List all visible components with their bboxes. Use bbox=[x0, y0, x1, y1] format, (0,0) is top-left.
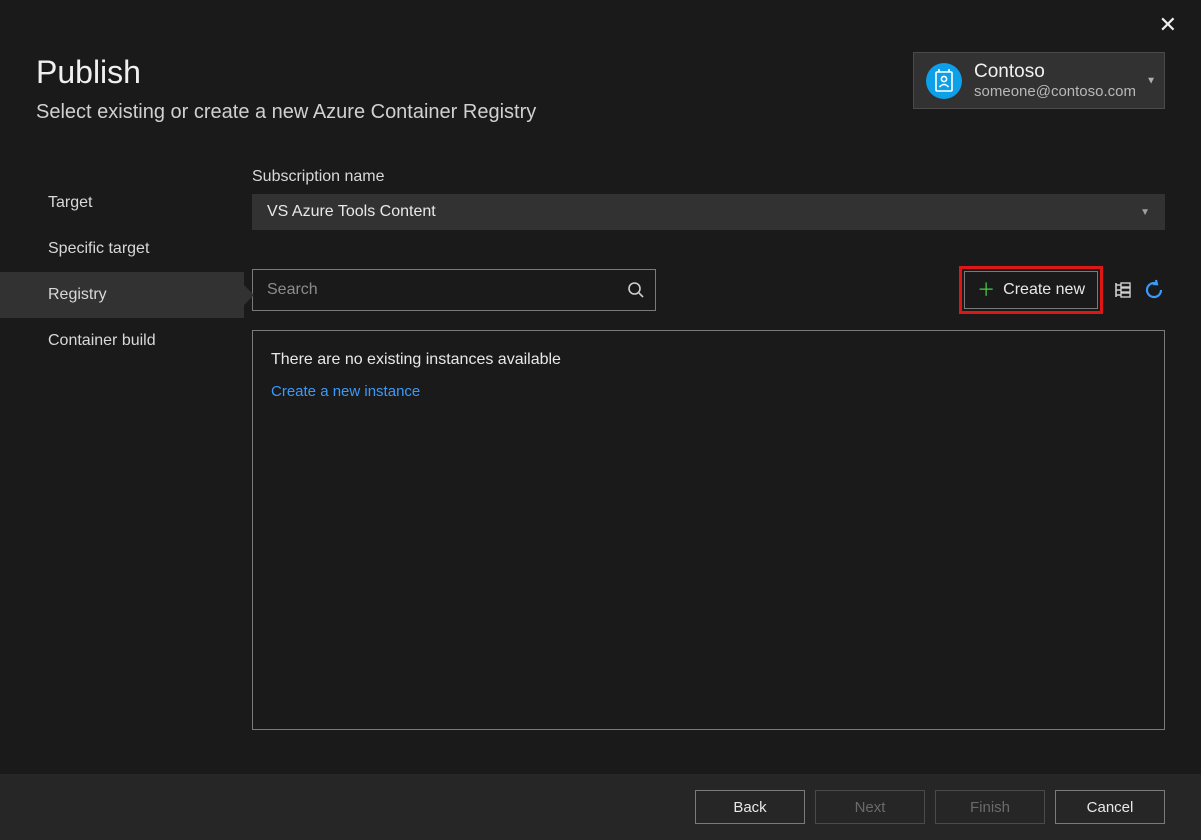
wizard-sidebar: Target Specific target Registry Containe… bbox=[0, 168, 244, 730]
sidebar-item-container-build[interactable]: Container build bbox=[0, 318, 244, 364]
create-new-button[interactable]: ＋ Create new bbox=[964, 271, 1098, 309]
create-new-label: Create new bbox=[1003, 281, 1085, 299]
plus-icon: ＋ bbox=[977, 281, 995, 299]
chevron-down-icon: ▼ bbox=[1146, 75, 1156, 86]
publish-dialog: ✕ Publish Select existing or create a ne… bbox=[0, 0, 1201, 840]
subscription-dropdown[interactable]: VS Azure Tools Content ▼ bbox=[252, 194, 1165, 230]
subscription-label: Subscription name bbox=[252, 168, 1165, 186]
sidebar-item-target[interactable]: Target bbox=[0, 180, 244, 226]
main-panel: Subscription name VS Azure Tools Content… bbox=[244, 168, 1165, 730]
account-email: someone@contoso.com bbox=[974, 83, 1136, 100]
subscription-value: VS Azure Tools Content bbox=[267, 203, 436, 221]
account-text: Contoso someone@contoso.com bbox=[974, 61, 1136, 100]
account-name: Contoso bbox=[974, 61, 1136, 83]
search-box[interactable] bbox=[252, 269, 656, 311]
back-button[interactable]: Back bbox=[695, 790, 805, 824]
dialog-footer: Back Next Finish Cancel bbox=[0, 774, 1201, 840]
dialog-header: Publish Select existing or create a new … bbox=[0, 0, 1201, 124]
next-button: Next bbox=[815, 790, 925, 824]
empty-message: There are no existing instances availabl… bbox=[271, 351, 1146, 369]
instances-panel: There are no existing instances availabl… bbox=[252, 330, 1165, 730]
search-icon bbox=[627, 281, 645, 299]
account-selector[interactable]: Contoso someone@contoso.com ▼ bbox=[913, 52, 1165, 109]
toolbar-row: ＋ Create new bbox=[252, 266, 1165, 314]
cancel-button[interactable]: Cancel bbox=[1055, 790, 1165, 824]
tree-view-icon[interactable] bbox=[1113, 280, 1133, 300]
search-input[interactable] bbox=[267, 281, 627, 299]
avatar-icon bbox=[926, 63, 962, 99]
page-title: Publish bbox=[36, 54, 536, 91]
chevron-down-icon: ▼ bbox=[1140, 207, 1150, 218]
close-icon[interactable]: ✕ bbox=[1159, 12, 1177, 38]
dialog-body: Target Specific target Registry Containe… bbox=[0, 124, 1201, 730]
title-block: Publish Select existing or create a new … bbox=[36, 54, 536, 124]
sidebar-item-specific-target[interactable]: Specific target bbox=[0, 226, 244, 272]
create-instance-link[interactable]: Create a new instance bbox=[271, 383, 420, 400]
create-new-highlight: ＋ Create new bbox=[959, 266, 1103, 314]
page-subtitle: Select existing or create a new Azure Co… bbox=[36, 101, 536, 124]
finish-button: Finish bbox=[935, 790, 1045, 824]
refresh-icon[interactable] bbox=[1143, 279, 1165, 301]
sidebar-item-registry[interactable]: Registry bbox=[0, 272, 244, 318]
